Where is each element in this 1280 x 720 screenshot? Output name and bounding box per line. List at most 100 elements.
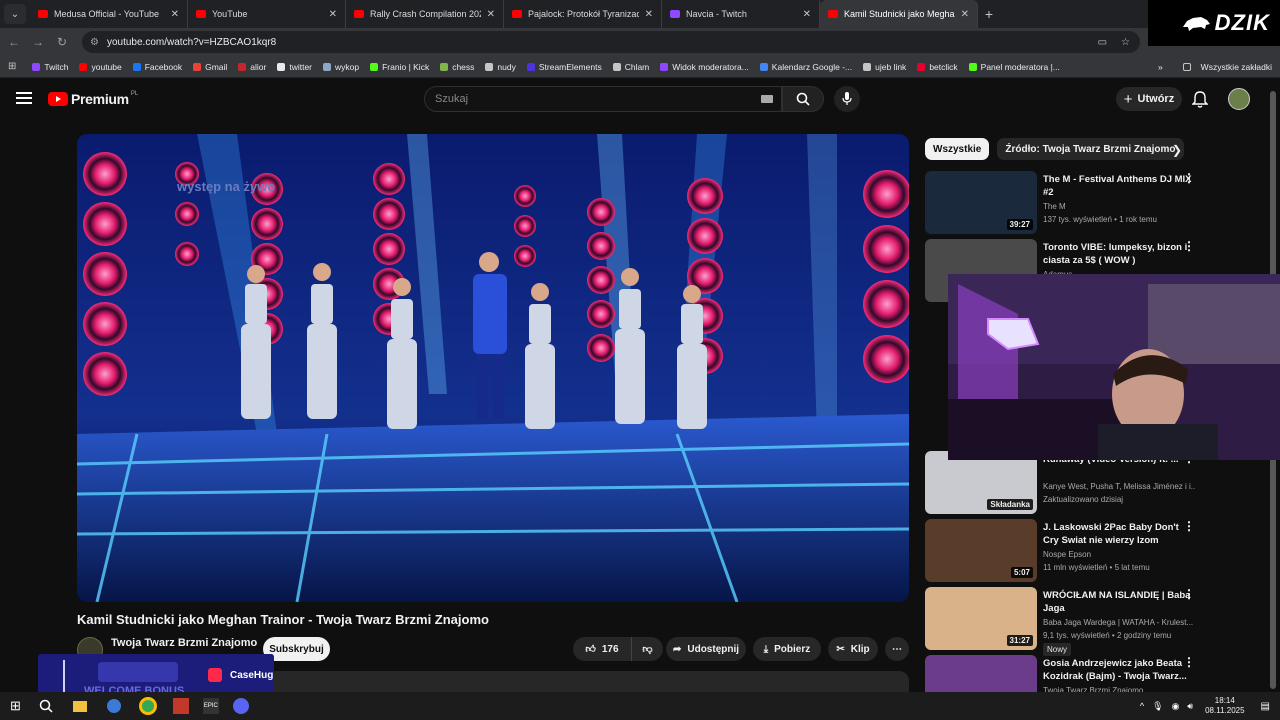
tray-chevron-icon[interactable]: ^ [1140, 701, 1144, 711]
tab-5[interactable]: Kamil Studnicki jako Meghan Tr ✕ [820, 0, 978, 28]
taskbar-search-icon[interactable] [39, 699, 53, 713]
more-vertical-icon[interactable]: ⋮ [1183, 656, 1195, 668]
tab-3[interactable]: Pajalock: Protokół Tyranizacja - ✕ [504, 0, 662, 28]
all-bookmarks-link[interactable]: Wszystkie zakładki [1201, 62, 1272, 72]
close-tab-icon[interactable]: ✕ [645, 9, 653, 20]
more-vertical-icon[interactable]: ⋮ [1183, 588, 1195, 600]
bookmark-item[interactable]: StreamElements [526, 62, 602, 72]
keyboard-icon[interactable] [761, 95, 773, 103]
bookmark-item[interactable]: Franio | Kick [370, 62, 429, 72]
chip-source[interactable]: Źródło: Twoja Twarz Brzmi Znajomo [997, 138, 1184, 160]
taskbar-app-icon[interactable] [172, 698, 189, 714]
bookmark-item[interactable]: Kalendarz Google -... [759, 62, 852, 72]
voice-search-button[interactable] [834, 86, 860, 112]
browser-app-icon[interactable] [106, 699, 121, 713]
recommendation-channel[interactable]: Nospe Epson [1043, 550, 1195, 559]
search-button[interactable] [782, 86, 824, 112]
bookmark-item[interactable]: chess [440, 62, 474, 72]
bookmark-item[interactable]: Twitch [32, 62, 68, 72]
chrome-icon[interactable] [138, 697, 157, 715]
recommendation-thumbnail[interactable]: 39:27 [925, 171, 1037, 234]
recommendation-title[interactable]: The M - Festival Anthems DJ MIX #2 [1043, 173, 1193, 199]
bookmark-label: twitter [289, 61, 313, 72]
dislike-button[interactable]: 👎︎ [631, 637, 663, 661]
chips-next-icon[interactable]: ❯ [1172, 143, 1182, 157]
tab-2[interactable]: Rally Crash Compilation 2022 b ✕ [346, 0, 504, 28]
clock[interactable]: 18:14 08.11.2025 [1205, 696, 1244, 716]
recommendation-thumbnail[interactable]: 31:27 [925, 587, 1037, 650]
close-tab-icon[interactable]: ✕ [171, 9, 179, 20]
file-explorer-icon[interactable] [72, 700, 87, 712]
tab-0[interactable]: Medusa Official - YouTube ✕ [30, 0, 188, 28]
bookmark-item[interactable]: twitter [277, 62, 312, 72]
close-tab-icon[interactable]: ✕ [329, 9, 337, 20]
recommendation-channel[interactable]: Kanye West, Pusha T, Melissa Jiménez i i… [1043, 482, 1195, 491]
bookmark-item[interactable]: Panel moderatora |... [968, 62, 1060, 72]
more-vertical-icon[interactable]: ⋮ [1183, 520, 1195, 532]
windows-start-icon[interactable]: ⊞ [10, 698, 21, 714]
bookmark-item[interactable]: Gmail [193, 62, 227, 72]
epic-games-icon[interactable]: EPIC [202, 698, 219, 714]
search-input[interactable]: Szukaj [424, 86, 782, 112]
bookmark-item[interactable]: alior [238, 62, 266, 72]
recommendation-channel[interactable]: The M [1043, 202, 1195, 211]
recommendation-item[interactable]: 39:27 The M - Festival Anthems DJ MIX #2 T… [925, 171, 1265, 235]
more-bookmarks-icon[interactable]: » [1158, 62, 1163, 72]
tab-1[interactable]: YouTube ✕ [188, 0, 346, 28]
recommendation-item[interactable]: 31:27 WRÓCIŁAM NA ISLANDIĘ | Baba Jaga Bab… [925, 587, 1265, 656]
notifications-bell-icon[interactable] [1192, 91, 1208, 108]
more-vertical-icon[interactable]: ⋮ [1183, 240, 1195, 252]
tab-search-icon[interactable]: ⌄ [4, 4, 26, 24]
new-tab-button[interactable]: + [978, 6, 1000, 22]
site-info-icon[interactable]: ⚙ [90, 37, 99, 48]
back-icon[interactable]: ← [2, 35, 26, 49]
tab-4[interactable]: Navcia - Twitch ✕ [662, 0, 820, 28]
microphone-tray-icon[interactable]: 🎙︎ [1152, 701, 1163, 712]
channel-name[interactable]: Twoja Twarz Brzmi Znajomo [111, 637, 257, 649]
recommendation-thumbnail[interactable]: 5:07 [925, 519, 1037, 582]
wifi-tray-icon[interactable]: ◉ [1172, 701, 1180, 712]
recommendation-title[interactable]: Toronto VIBE: lumpeksy, bizon i ciasta z… [1043, 241, 1193, 267]
bookmark-item[interactable]: youtube [79, 62, 122, 72]
video-player[interactable]: występ na żywo [77, 134, 909, 602]
like-button[interactable]: 👍︎ 176 [573, 637, 631, 661]
reload-icon[interactable]: ↻ [50, 35, 74, 49]
bookmark-item[interactable]: nudy [485, 62, 516, 72]
youtube-logo[interactable]: Premium PL [48, 91, 138, 107]
share-button[interactable]: ➦ Udostępnij [666, 637, 746, 661]
volume-tray-icon[interactable]: 🔊︎ [1187, 701, 1193, 712]
bookmark-item[interactable]: Facebook [132, 62, 182, 72]
cast-icon[interactable]: ▭ [1098, 37, 1107, 48]
bookmark-item[interactable]: Widok moderatora... [660, 62, 749, 72]
bookmark-item[interactable]: wykop [323, 62, 359, 72]
menu-icon[interactable] [16, 92, 32, 104]
close-tab-icon[interactable]: ✕ [961, 9, 969, 20]
recommendation-title[interactable]: Gosia Andrzejewicz jako Beata Kozidrak (… [1043, 657, 1193, 683]
apps-grid-icon[interactable]: ⊞ [8, 61, 16, 72]
url-bar[interactable]: ⚙ youtube.com/watch?v=HZBCAO1kqr8 ▭ ☆ [82, 31, 1140, 53]
recommendation-thumbnail[interactable]: Składanka [925, 451, 1037, 514]
forward-icon[interactable]: → [26, 35, 50, 49]
more-vertical-icon[interactable]: ⋮ [1183, 172, 1195, 184]
recommendation-item[interactable]: 5:07 J. Laskowski 2Pac Baby Don't Cry Swi… [925, 519, 1265, 583]
notification-center-icon[interactable]: ▤ [1261, 701, 1270, 712]
more-actions-button[interactable]: ⋯ [885, 637, 909, 661]
account-avatar[interactable] [1228, 88, 1250, 110]
clip-button[interactable]: ✂ Klip [828, 637, 878, 661]
screen: ⌄ Medusa Official - YouTube ✕ YouTube ✕ Rall… [0, 0, 1280, 720]
share-icon: ➦ [672, 643, 682, 655]
download-button[interactable]: ⤓ Pobierz [753, 637, 821, 661]
chip-all[interactable]: Wszystkie [925, 138, 990, 160]
recommendation-channel[interactable]: Baba Jaga Wardega | WATAHA - Krulest... [1043, 618, 1195, 627]
recommendation-item[interactable]: SkładankaRunaway (Video Version) ft. ...… [925, 451, 1265, 515]
recommendation-title[interactable]: J. Laskowski 2Pac Baby Don't Cry Swiat n… [1043, 521, 1193, 547]
bookmark-item[interactable]: Chlam [612, 62, 649, 72]
bookmark-item[interactable]: betclick [917, 62, 958, 72]
bookmark-item[interactable]: ujeb link [863, 62, 906, 72]
discord-icon[interactable] [232, 698, 249, 714]
recommendation-title[interactable]: WRÓCIŁAM NA ISLANDIĘ | Baba Jaga [1043, 589, 1193, 615]
bookmark-star-icon[interactable]: ☆ [1121, 37, 1130, 48]
create-button[interactable]: + Utwórz [1116, 87, 1182, 111]
close-tab-icon[interactable]: ✕ [487, 9, 495, 20]
close-tab-icon[interactable]: ✕ [803, 9, 811, 20]
